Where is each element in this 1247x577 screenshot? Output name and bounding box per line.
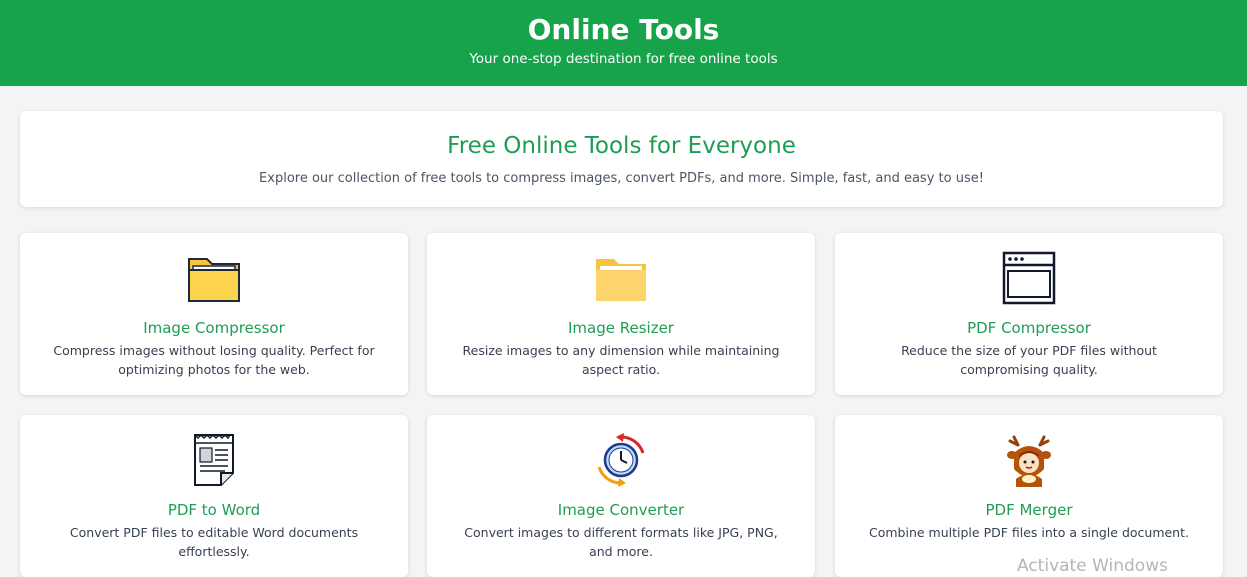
tool-description: Resize images to any dimension while mai… <box>462 343 780 377</box>
tool-title: PDF Compressor <box>967 319 1091 337</box>
tool-description: Convert images to different formats like… <box>464 525 778 559</box>
tool-description: Compress images without losing quality. … <box>53 343 375 377</box>
tool-title: PDF Merger <box>985 501 1073 519</box>
site-header: Online Tools Your one-stop destination f… <box>0 0 1247 86</box>
window-icon <box>1002 251 1056 305</box>
tool-title: Image Compressor <box>143 319 285 337</box>
tool-card-image-compressor[interactable]: Image Compressor Compress images without… <box>20 233 408 395</box>
tool-title: Image Converter <box>557 501 685 519</box>
tool-title: PDF to Word <box>167 501 261 519</box>
tool-description: Combine multiple PDF files into a single… <box>869 525 1189 540</box>
folder-light-icon <box>596 259 646 301</box>
hero-title: Free Online Tools for Everyone <box>447 133 796 159</box>
tool-card-pdf-merger[interactable]: PDF Merger Combine multiple PDF files in… <box>835 415 1223 577</box>
clock-refresh-icon <box>597 433 645 487</box>
tool-card-image-converter[interactable]: Image Converter Convert images to differ… <box>427 415 815 577</box>
folder-icon <box>188 258 240 302</box>
tool-title: Image Resizer <box>568 319 674 337</box>
document-icon <box>194 433 234 486</box>
tool-description: Reduce the size of your PDF files withou… <box>901 343 1157 377</box>
tool-description: Convert PDF files to editable Word docum… <box>69 525 359 559</box>
hero-text: Explore our collection of free tools to … <box>259 171 984 186</box>
site-subtitle: Your one-stop destination for free onlin… <box>469 51 778 67</box>
tool-card-pdf-to-word[interactable]: PDF to Word Convert PDF files to editabl… <box>20 415 408 577</box>
windows-activation-watermark: Activate Windows <box>1017 556 1168 576</box>
tool-card-pdf-compressor[interactable]: PDF Compressor Reduce the size of your P… <box>835 233 1223 395</box>
reindeer-avatar-icon <box>1007 435 1051 487</box>
hero-card: Free Online Tools for Everyone Explore o… <box>20 111 1223 207</box>
site-title: Online Tools <box>527 13 720 46</box>
tool-card-image-resizer[interactable]: Image Resizer Resize images to any dimen… <box>427 233 815 395</box>
